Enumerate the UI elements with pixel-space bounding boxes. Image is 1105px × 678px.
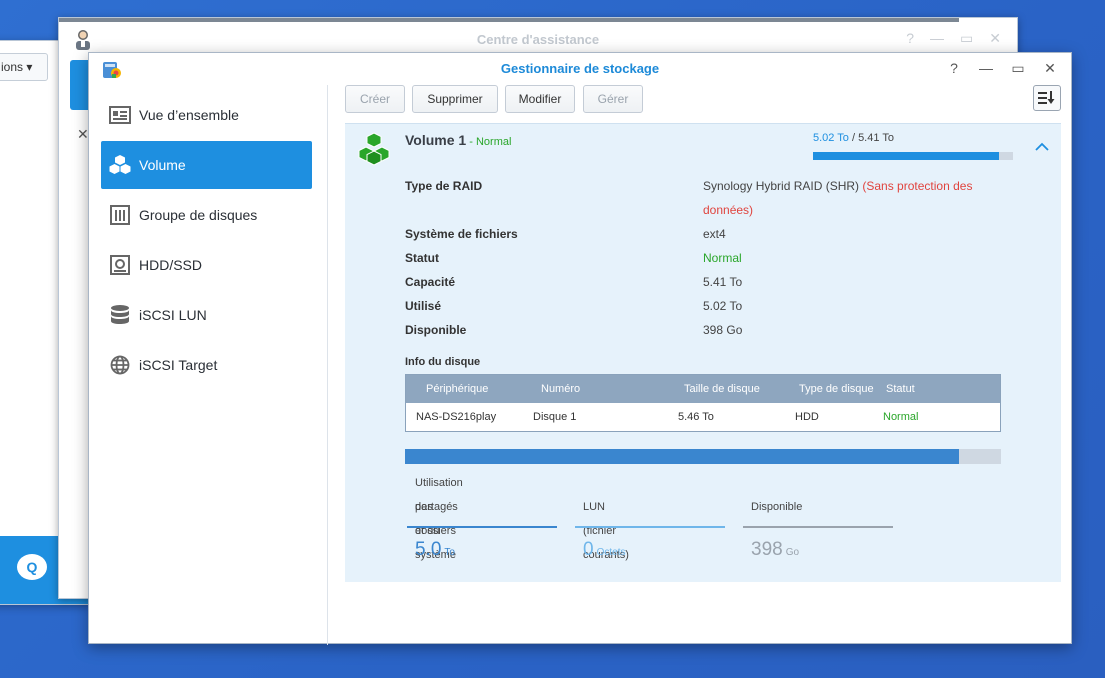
create-button[interactable]: Créer — [345, 85, 405, 113]
volume-detail-panel: Volume 1 - Normal 5.02 To / 5.41 To Type… — [345, 123, 1061, 582]
sidebar-item-label: Volume — [139, 157, 186, 173]
stat-number: 398 — [751, 539, 783, 560]
column-header: Statut — [886, 383, 915, 395]
sidebar-item-label: HDD/SSD — [139, 257, 203, 273]
prop-key: Utilisé — [405, 299, 442, 313]
prop-value: 5.41 To — [703, 275, 743, 289]
sidebar-item-volume[interactable]: Volume — [101, 141, 312, 189]
table-cell: 5.46 To — [678, 411, 714, 423]
sort-icon — [1038, 91, 1055, 104]
chevron-up-icon[interactable] — [1035, 142, 1049, 152]
volume-usage-bar — [813, 152, 1013, 160]
prop-key: Type de RAID — [405, 179, 483, 193]
sidebar-item-overview[interactable]: Vue d’ensemble — [101, 91, 312, 139]
usage-separator: / — [848, 132, 859, 144]
manage-button[interactable]: Gérer — [583, 85, 643, 113]
close-icon[interactable]: ✕ — [989, 30, 1001, 47]
table-header: Périphérique Numéro Taille de disque Typ… — [406, 375, 1000, 403]
disk-info-table: Périphérique Numéro Taille de disque Typ… — [405, 374, 1001, 432]
stat-value: 0 Octets — [583, 539, 625, 561]
title-bar[interactable]: Gestionnaire de stockage ? — ▭ ✕ — [89, 53, 1071, 85]
sort-button[interactable] — [1033, 85, 1061, 111]
volume-usage-text: 5.02 To / 5.41 To — [813, 132, 894, 144]
sidebar-item-iscsi-target[interactable]: iSCSI Target — [101, 341, 312, 389]
options-button[interactable]: ions ▾ — [0, 53, 48, 81]
stat-unit: To — [444, 547, 455, 558]
sidebar: Vue d’ensemble Volume Groupe de disques … — [89, 85, 328, 645]
maximize-icon[interactable]: ▭ — [1009, 59, 1027, 77]
edit-button[interactable]: Modifier — [505, 85, 575, 113]
table-cell: Normal — [883, 411, 919, 423]
stat-label: Disponible — [751, 501, 803, 513]
minimize-icon[interactable]: — — [977, 59, 995, 77]
prop-value: Synology Hybrid RAID (SHR) (Sans protect… — [703, 174, 1003, 222]
options-label: ions — [1, 60, 24, 74]
chat-icon[interactable]: Q — [17, 554, 47, 580]
sidebar-item-label: Groupe de disques — [139, 207, 258, 223]
overview-icon — [109, 104, 131, 126]
table-cell: Disque 1 — [533, 411, 577, 423]
window-top-border — [59, 18, 959, 22]
prop-value: 5.02 To — [703, 299, 743, 313]
disk-info-title: Info du disque — [405, 356, 481, 368]
sidebar-item-iscsi-lun[interactable]: iSCSI LUN — [101, 291, 312, 339]
prop-key: Statut — [405, 251, 439, 265]
stat-value: 398 Go — [751, 539, 799, 561]
prop-key: Capacité — [405, 275, 456, 289]
sidebar-item-label: iSCSI LUN — [139, 307, 207, 323]
maximize-icon[interactable]: ▭ — [960, 30, 973, 47]
help-icon[interactable]: ? — [906, 30, 914, 47]
volume-cubes-icon — [109, 154, 131, 176]
prop-key: Système de fichiers — [405, 227, 518, 241]
column-header: Taille de disque — [684, 383, 760, 395]
raid-type: Synology Hybrid RAID (SHR) — [703, 179, 863, 193]
stat-unit: Go — [785, 547, 800, 558]
stat-unit: Octets — [596, 547, 626, 558]
database-icon — [109, 304, 131, 326]
stat-number: 5.0 — [415, 539, 442, 560]
storage-usage-bar — [405, 449, 1001, 464]
column-header: Périphérique — [426, 383, 489, 395]
stat-underline — [743, 526, 893, 528]
minimize-icon[interactable]: — — [930, 30, 944, 47]
hdd-icon — [109, 254, 131, 276]
disk-group-icon — [109, 204, 131, 226]
stat-value: 5.0 To — [415, 539, 455, 561]
window-title: Gestionnaire de stockage — [500, 61, 660, 76]
prop-value: 398 Go — [703, 323, 743, 337]
stat-number: 0 — [583, 539, 594, 560]
volume-name: Volume 1 — [405, 132, 467, 148]
prop-key: Disponible — [405, 323, 467, 337]
storage-usage-fill — [405, 449, 960, 464]
column-header: Type de disque — [799, 383, 874, 395]
volume-status: - Normal — [466, 136, 512, 148]
close-icon[interactable]: ✕ — [1041, 59, 1059, 77]
delete-button[interactable]: Supprimer — [412, 85, 498, 113]
volume-usage-fill — [813, 152, 999, 160]
sidebar-item-label: Vue d’ensemble — [139, 107, 239, 123]
assistance-title: Centre d'assistance — [476, 32, 600, 47]
used-value: 5.02 To — [813, 132, 849, 144]
sidebar-item-disk-group[interactable]: Groupe de disques — [101, 191, 312, 239]
help-icon[interactable]: ? — [945, 59, 963, 77]
stat-underline — [407, 526, 557, 528]
stat-underline — [575, 526, 725, 528]
prop-value: Normal — [703, 251, 742, 265]
table-cell: HDD — [795, 411, 819, 423]
prop-value: ext4 — [703, 227, 726, 241]
globe-icon — [109, 354, 131, 376]
toolbar: Créer Supprimer Modifier Gérer — [345, 85, 1061, 117]
volume-cubes-icon — [358, 132, 390, 166]
sidebar-item-hdd-ssd[interactable]: HDD/SSD — [101, 241, 312, 289]
table-cell: NAS-DS216play — [416, 411, 497, 423]
table-row[interactable]: NAS-DS216play Disque 1 5.46 To HDD Norma… — [406, 403, 1000, 431]
column-header: Numéro — [541, 383, 581, 395]
volume-title: Volume 1 - Normal — [405, 132, 511, 148]
total-value: 5.41 To — [858, 132, 894, 144]
sidebar-item-label: iSCSI Target — [139, 357, 218, 373]
storage-manager-window: Gestionnaire de stockage ? — ▭ ✕ Vue d’e… — [88, 52, 1072, 645]
